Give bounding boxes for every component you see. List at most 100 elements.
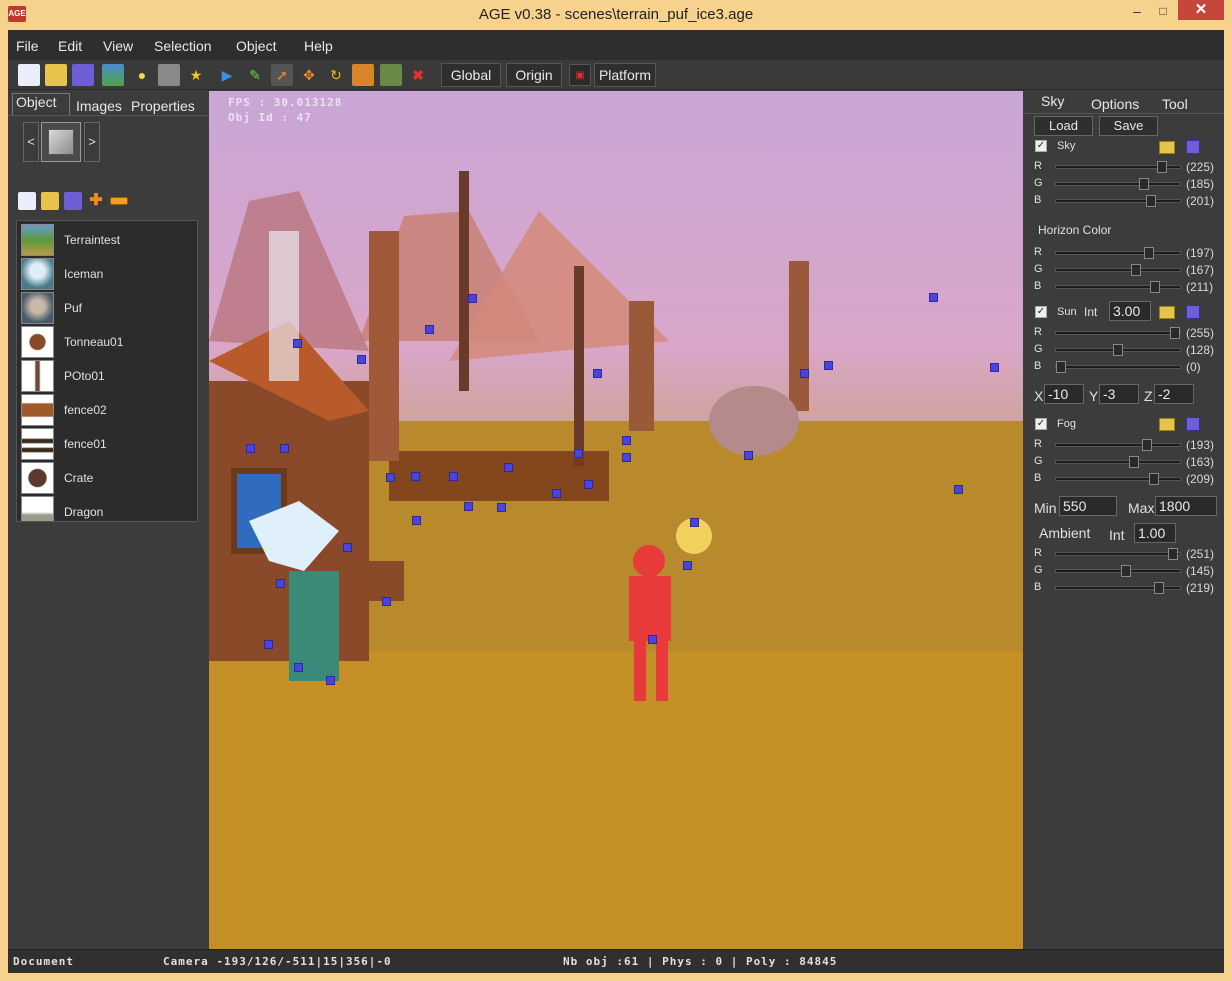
terrain-icon[interactable] xyxy=(102,64,124,86)
play-icon[interactable]: ▶ xyxy=(216,64,238,86)
object-marker[interactable] xyxy=(690,518,699,527)
menu-view[interactable]: View xyxy=(103,38,133,54)
object-marker[interactable] xyxy=(294,663,303,672)
fog-checkbox[interactable]: ✓ xyxy=(1035,418,1047,430)
object-marker[interactable] xyxy=(264,640,273,649)
sun-g-slider[interactable] xyxy=(1055,344,1181,356)
camera-icon[interactable] xyxy=(158,64,180,86)
slider-knob[interactable] xyxy=(1157,161,1167,173)
list-item[interactable]: fence02 xyxy=(21,394,191,428)
save-object-icon[interactable] xyxy=(64,192,82,210)
menu-help[interactable]: Help xyxy=(304,38,333,54)
slider-knob[interactable] xyxy=(1170,327,1180,339)
object-marker[interactable] xyxy=(412,516,421,525)
object-marker[interactable] xyxy=(574,449,583,458)
sun-checkbox[interactable]: ✓ xyxy=(1035,306,1047,318)
fog-min-field[interactable]: 550 xyxy=(1059,496,1117,516)
origin-button[interactable]: Origin xyxy=(506,63,562,87)
object-marker[interactable] xyxy=(683,561,692,570)
slider-knob[interactable] xyxy=(1149,473,1159,485)
slider-knob[interactable] xyxy=(1139,178,1149,190)
prev-object-button[interactable]: < xyxy=(23,122,39,162)
slider-knob[interactable] xyxy=(1144,247,1154,259)
object-marker[interactable] xyxy=(386,473,395,482)
add-object-icon[interactable]: ✚ xyxy=(87,192,105,210)
delete-icon[interactable]: ✖ xyxy=(407,64,429,86)
save-icon[interactable] xyxy=(72,64,94,86)
sky-r-slider[interactable] xyxy=(1055,161,1181,173)
sky-b-slider[interactable] xyxy=(1055,195,1181,207)
object-marker[interactable] xyxy=(357,355,366,364)
tab-options[interactable]: Options xyxy=(1091,96,1139,112)
object-marker[interactable] xyxy=(425,325,434,334)
object-marker[interactable] xyxy=(449,472,458,481)
sky-g-slider[interactable] xyxy=(1055,178,1181,190)
horizon-b-slider[interactable] xyxy=(1055,281,1181,293)
menu-selection[interactable]: Selection xyxy=(154,38,212,54)
tab-tool[interactable]: Tool xyxy=(1162,96,1188,112)
object-marker[interactable] xyxy=(464,502,473,511)
object-marker[interactable] xyxy=(504,463,513,472)
sky-checkbox[interactable]: ✓ xyxy=(1035,140,1047,152)
slider-knob[interactable] xyxy=(1150,281,1160,293)
slider-knob[interactable] xyxy=(1142,439,1152,451)
object-marker[interactable] xyxy=(382,597,391,606)
open-folder-icon[interactable] xyxy=(1159,141,1175,154)
list-item[interactable]: Tonneau01 xyxy=(21,326,191,360)
save-button[interactable]: Save xyxy=(1099,116,1158,136)
3d-viewport[interactable]: FPS : 30.013128 Obj Id : 47 xyxy=(209,91,1023,949)
menu-file[interactable]: File xyxy=(16,38,39,54)
global-button[interactable]: Global xyxy=(441,63,501,87)
list-item[interactable]: Iceman xyxy=(21,258,191,292)
list-item[interactable]: Puf xyxy=(21,292,191,326)
fog-g-slider[interactable] xyxy=(1055,456,1181,468)
rotate-icon[interactable]: ↻ xyxy=(325,64,347,86)
remove-object-icon[interactable] xyxy=(110,197,128,205)
slider-knob[interactable] xyxy=(1129,456,1139,468)
sun-y-field[interactable]: -3 xyxy=(1099,384,1139,404)
object-marker[interactable] xyxy=(343,543,352,552)
tab-sky[interactable]: Sky xyxy=(1041,93,1064,109)
sun-z-field[interactable]: -2 xyxy=(1154,384,1194,404)
fog-r-slider[interactable] xyxy=(1055,439,1181,451)
object-marker[interactable] xyxy=(584,480,593,489)
select-arrow-icon[interactable]: ➚ xyxy=(271,64,293,86)
save-icon[interactable] xyxy=(1186,140,1200,154)
platform-icon[interactable]: ▣ xyxy=(569,64,591,86)
list-item[interactable]: Dragon xyxy=(21,496,191,521)
object-marker[interactable] xyxy=(280,444,289,453)
ambient-b-slider[interactable] xyxy=(1055,582,1181,594)
slider-knob[interactable] xyxy=(1146,195,1156,207)
object-marker[interactable] xyxy=(929,293,938,302)
object-marker[interactable] xyxy=(593,369,602,378)
menu-object[interactable]: Object xyxy=(236,38,276,54)
ambient-g-slider[interactable] xyxy=(1055,565,1181,577)
scale-icon[interactable] xyxy=(352,64,374,86)
fog-max-field[interactable]: 1800 xyxy=(1155,496,1217,516)
object-marker[interactable] xyxy=(552,489,561,498)
list-item[interactable]: Crate xyxy=(21,462,191,496)
light-bulb-icon[interactable]: ● xyxy=(131,64,153,86)
new-object-icon[interactable] xyxy=(18,192,36,210)
new-file-icon[interactable] xyxy=(18,64,40,86)
slider-knob[interactable] xyxy=(1154,582,1164,594)
close-button[interactable]: ✕ xyxy=(1178,0,1224,20)
tab-images[interactable]: Images xyxy=(76,98,122,114)
fog-b-slider[interactable] xyxy=(1055,473,1181,485)
sun-x-field[interactable]: -10 xyxy=(1044,384,1084,404)
tab-object[interactable]: Object xyxy=(12,93,70,115)
ambient-intensity-field[interactable]: 1.00 xyxy=(1134,523,1176,543)
image-icon[interactable] xyxy=(380,64,402,86)
sun-r-slider[interactable] xyxy=(1055,327,1181,339)
save-icon[interactable] xyxy=(1186,305,1200,319)
ambient-r-slider[interactable] xyxy=(1055,548,1181,560)
horizon-r-slider[interactable] xyxy=(1055,247,1181,259)
pencil-icon[interactable]: ✎ xyxy=(244,64,266,86)
open-folder-icon[interactable] xyxy=(45,64,67,86)
open-folder-icon[interactable] xyxy=(1159,306,1175,319)
object-marker[interactable] xyxy=(276,579,285,588)
menu-edit[interactable]: Edit xyxy=(58,38,82,54)
slider-knob[interactable] xyxy=(1056,361,1066,373)
load-button[interactable]: Load xyxy=(1034,116,1093,136)
sun-intensity-field[interactable]: 3.00 xyxy=(1109,301,1151,321)
